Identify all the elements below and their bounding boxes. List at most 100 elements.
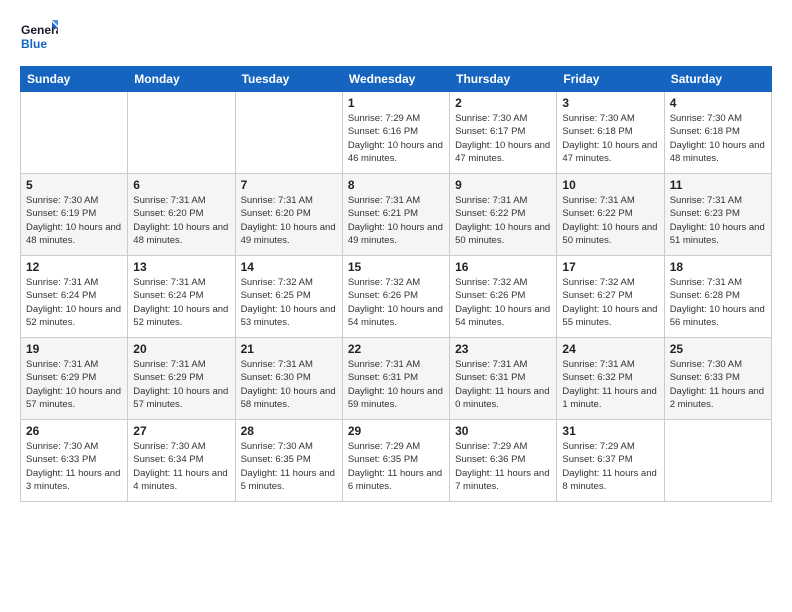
calendar-cell: 13 Sunrise: 7:31 AM Sunset: 6:24 PM Dayli… [128, 256, 235, 338]
calendar-week-3: 12 Sunrise: 7:31 AM Sunset: 6:24 PM Dayli… [21, 256, 772, 338]
day-info: Sunrise: 7:31 AM Sunset: 6:22 PM Dayligh… [455, 194, 551, 247]
day-info: Sunrise: 7:31 AM Sunset: 6:20 PM Dayligh… [133, 194, 229, 247]
calendar-cell: 2 Sunrise: 7:30 AM Sunset: 6:17 PM Daylig… [450, 92, 557, 174]
calendar-week-5: 26Sunrise: 7:30 AM Sunset: 6:33 PM Dayli… [21, 420, 772, 502]
weekday-header-monday: Monday [128, 67, 235, 92]
calendar-cell: 10 Sunrise: 7:31 AM Sunset: 6:22 PM Dayli… [557, 174, 664, 256]
day-info: Sunrise: 7:30 AM Sunset: 6:34 PM Dayligh… [133, 440, 229, 493]
calendar-cell: 11 Sunrise: 7:31 AM Sunset: 6:23 PM Dayli… [664, 174, 771, 256]
day-number: 18 [670, 260, 766, 274]
day-number: 10 [562, 178, 658, 192]
day-info: Sunrise: 7:31 AM Sunset: 6:31 PM Dayligh… [348, 358, 444, 411]
day-info: Sunrise: 7:30 AM Sunset: 6:17 PM Dayligh… [455, 112, 551, 165]
day-number: 23 [455, 342, 551, 356]
calendar-cell: 5Sunrise: 7:30 AM Sunset: 6:19 PM Daylig… [21, 174, 128, 256]
weekday-header-wednesday: Wednesday [342, 67, 449, 92]
day-number: 31 [562, 424, 658, 438]
calendar-week-2: 5Sunrise: 7:30 AM Sunset: 6:19 PM Daylig… [21, 174, 772, 256]
day-info: Sunrise: 7:31 AM Sunset: 6:24 PM Dayligh… [133, 276, 229, 329]
calendar-cell: 25 Sunrise: 7:30 AM Sunset: 6:33 PM Dayli… [664, 338, 771, 420]
calendar-cell: 4Sunrise: 7:30 AM Sunset: 6:18 PM Daylig… [664, 92, 771, 174]
calendar-cell: 17 Sunrise: 7:32 AM Sunset: 6:27 PM Dayli… [557, 256, 664, 338]
day-info: Sunrise: 7:31 AM Sunset: 6:29 PM Dayligh… [133, 358, 229, 411]
calendar-cell [21, 92, 128, 174]
calendar-cell: 12 Sunrise: 7:31 AM Sunset: 6:24 PM Dayli… [21, 256, 128, 338]
day-info: Sunrise: 7:30 AM Sunset: 6:18 PM Dayligh… [562, 112, 658, 165]
day-number: 30 [455, 424, 551, 438]
day-number: 12 [26, 260, 122, 274]
weekday-header-saturday: Saturday [664, 67, 771, 92]
day-info: Sunrise: 7:31 AM Sunset: 6:28 PM Dayligh… [670, 276, 766, 329]
day-number: 13 [133, 260, 229, 274]
day-number: 5 [26, 178, 122, 192]
calendar-cell [235, 92, 342, 174]
day-number: 15 [348, 260, 444, 274]
header: General Blue [20, 18, 772, 56]
day-info: Sunrise: 7:31 AM Sunset: 6:23 PM Dayligh… [670, 194, 766, 247]
day-number: 20 [133, 342, 229, 356]
day-info: Sunrise: 7:29 AM Sunset: 6:36 PM Dayligh… [455, 440, 551, 493]
calendar-cell: 23 Sunrise: 7:31 AM Sunset: 6:31 PM Dayli… [450, 338, 557, 420]
calendar-cell: 29Sunrise: 7:29 AM Sunset: 6:35 PM Dayli… [342, 420, 449, 502]
day-info: Sunrise: 7:29 AM Sunset: 6:16 PM Dayligh… [348, 112, 444, 165]
calendar-week-4: 19 Sunrise: 7:31 AM Sunset: 6:29 PM Dayli… [21, 338, 772, 420]
day-number: 25 [670, 342, 766, 356]
calendar-cell: 9Sunrise: 7:31 AM Sunset: 6:22 PM Daylig… [450, 174, 557, 256]
day-number: 14 [241, 260, 337, 274]
weekday-header-tuesday: Tuesday [235, 67, 342, 92]
calendar-cell: 15Sunrise: 7:32 AM Sunset: 6:26 PM Dayli… [342, 256, 449, 338]
day-number: 7 [241, 178, 337, 192]
day-info: Sunrise: 7:30 AM Sunset: 6:33 PM Dayligh… [670, 358, 766, 411]
calendar-cell: 19 Sunrise: 7:31 AM Sunset: 6:29 PM Dayli… [21, 338, 128, 420]
day-number: 17 [562, 260, 658, 274]
calendar-cell: 30 Sunrise: 7:29 AM Sunset: 6:36 PM Dayli… [450, 420, 557, 502]
day-info: Sunrise: 7:29 AM Sunset: 6:37 PM Dayligh… [562, 440, 658, 493]
calendar-table: SundayMondayTuesdayWednesdayThursdayFrid… [20, 66, 772, 502]
day-info: Sunrise: 7:31 AM Sunset: 6:31 PM Dayligh… [455, 358, 551, 411]
calendar-cell: 8 Sunrise: 7:31 AM Sunset: 6:21 PM Daylig… [342, 174, 449, 256]
day-info: Sunrise: 7:31 AM Sunset: 6:22 PM Dayligh… [562, 194, 658, 247]
calendar-cell: 1 Sunrise: 7:29 AM Sunset: 6:16 PM Daylig… [342, 92, 449, 174]
day-info: Sunrise: 7:31 AM Sunset: 6:24 PM Dayligh… [26, 276, 122, 329]
calendar-cell: 18 Sunrise: 7:31 AM Sunset: 6:28 PM Dayli… [664, 256, 771, 338]
day-info: Sunrise: 7:32 AM Sunset: 6:25 PM Dayligh… [241, 276, 337, 329]
weekday-header-friday: Friday [557, 67, 664, 92]
logo-svg: General Blue [20, 18, 58, 56]
calendar-header-row: SundayMondayTuesdayWednesdayThursdayFrid… [21, 67, 772, 92]
page: General Blue SundayMondayTuesdayWednesda… [0, 0, 792, 612]
day-info: Sunrise: 7:31 AM Sunset: 6:21 PM Dayligh… [348, 194, 444, 247]
day-number: 2 [455, 96, 551, 110]
day-number: 21 [241, 342, 337, 356]
weekday-header-sunday: Sunday [21, 67, 128, 92]
calendar-cell: 24Sunrise: 7:31 AM Sunset: 6:32 PM Dayli… [557, 338, 664, 420]
calendar-cell [664, 420, 771, 502]
calendar-cell: 14 Sunrise: 7:32 AM Sunset: 6:25 PM Dayli… [235, 256, 342, 338]
day-info: Sunrise: 7:30 AM Sunset: 6:35 PM Dayligh… [241, 440, 337, 493]
day-info: Sunrise: 7:31 AM Sunset: 6:29 PM Dayligh… [26, 358, 122, 411]
calendar-cell: 27 Sunrise: 7:30 AM Sunset: 6:34 PM Dayli… [128, 420, 235, 502]
calendar-cell: 26Sunrise: 7:30 AM Sunset: 6:33 PM Dayli… [21, 420, 128, 502]
calendar-cell: 6 Sunrise: 7:31 AM Sunset: 6:20 PM Daylig… [128, 174, 235, 256]
calendar-cell: 31 Sunrise: 7:29 AM Sunset: 6:37 PM Dayli… [557, 420, 664, 502]
day-number: 6 [133, 178, 229, 192]
day-info: Sunrise: 7:31 AM Sunset: 6:30 PM Dayligh… [241, 358, 337, 411]
logo: General Blue [20, 18, 58, 56]
day-number: 28 [241, 424, 337, 438]
day-number: 8 [348, 178, 444, 192]
day-number: 11 [670, 178, 766, 192]
day-number: 16 [455, 260, 551, 274]
calendar-cell: 3Sunrise: 7:30 AM Sunset: 6:18 PM Daylig… [557, 92, 664, 174]
day-info: Sunrise: 7:30 AM Sunset: 6:18 PM Dayligh… [670, 112, 766, 165]
calendar-cell: 22Sunrise: 7:31 AM Sunset: 6:31 PM Dayli… [342, 338, 449, 420]
weekday-header-thursday: Thursday [450, 67, 557, 92]
day-number: 26 [26, 424, 122, 438]
day-info: Sunrise: 7:32 AM Sunset: 6:27 PM Dayligh… [562, 276, 658, 329]
calendar-cell: 21 Sunrise: 7:31 AM Sunset: 6:30 PM Dayli… [235, 338, 342, 420]
day-number: 1 [348, 96, 444, 110]
day-number: 27 [133, 424, 229, 438]
calendar-cell: 28 Sunrise: 7:30 AM Sunset: 6:35 PM Dayli… [235, 420, 342, 502]
day-number: 19 [26, 342, 122, 356]
day-info: Sunrise: 7:31 AM Sunset: 6:32 PM Dayligh… [562, 358, 658, 411]
day-info: Sunrise: 7:29 AM Sunset: 6:35 PM Dayligh… [348, 440, 444, 493]
calendar-week-1: 1 Sunrise: 7:29 AM Sunset: 6:16 PM Daylig… [21, 92, 772, 174]
